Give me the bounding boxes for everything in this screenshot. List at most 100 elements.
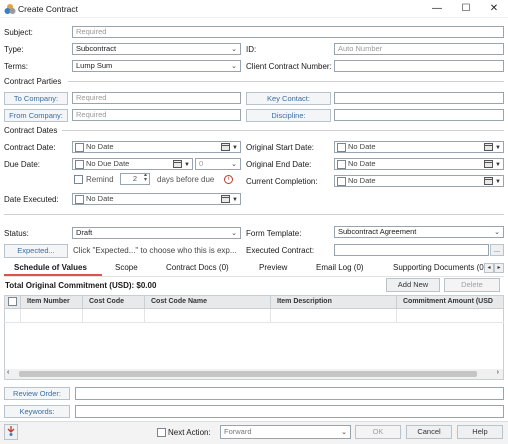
keywords-input[interactable] [75, 405, 504, 418]
date-executed-picker[interactable]: No Date ▼ [72, 193, 241, 205]
stepper-arrows-icon[interactable]: ▴ ▾ [144, 174, 147, 183]
original-start-picker[interactable]: No Date ▼ [334, 141, 504, 153]
divider [4, 276, 504, 277]
column-header-cost-code[interactable]: Cost Code [83, 296, 145, 308]
id-label: ID: [246, 45, 257, 54]
remind-checkbox[interactable] [74, 175, 83, 184]
to-company-input[interactable]: Required [72, 92, 241, 104]
close-button[interactable]: ✕ [487, 2, 501, 16]
next-action-label: Next Action: [168, 428, 211, 437]
status-select[interactable]: Draft ⌄ [72, 227, 241, 239]
from-company-input[interactable]: Required [72, 109, 241, 121]
chevron-down-icon: ▼ [232, 145, 238, 151]
subject-label: Subject: [4, 28, 33, 37]
browse-button[interactable]: ... [490, 244, 504, 256]
tab-scope[interactable]: Scope [115, 263, 138, 272]
tab-scroll-left-icon[interactable]: ◂ [484, 263, 494, 273]
type-select[interactable]: Subcontract ⌄ [72, 43, 241, 55]
table-row[interactable] [4, 309, 504, 323]
original-start-checkbox[interactable] [337, 143, 346, 152]
due-date-value: No Due Date [86, 159, 130, 168]
chevron-down-icon: ⌄ [231, 230, 237, 237]
add-new-button[interactable]: Add New [386, 278, 440, 292]
sov-grid-header: Item Number Cost Code Cost Code Name Ite… [4, 295, 504, 309]
calendar-icon[interactable] [484, 160, 493, 168]
info-icon[interactable]: i [224, 175, 233, 184]
scroll-right-icon[interactable]: › [497, 369, 499, 376]
review-order-button[interactable]: Review Order: [4, 387, 70, 400]
calendar-icon[interactable] [173, 160, 182, 168]
next-action-select[interactable]: Forward ⌄ [220, 425, 351, 439]
form-template-label: Form Template: [246, 229, 302, 238]
delete-button[interactable]: Delete [444, 278, 500, 292]
scrollbar-thumb[interactable] [19, 371, 477, 377]
discipline-input[interactable] [334, 109, 504, 121]
chevron-down-icon: ▼ [184, 162, 190, 168]
date-executed-checkbox[interactable] [75, 195, 84, 204]
tab-supporting-documents[interactable]: Supporting Documents (0 [393, 263, 484, 272]
calendar-icon[interactable] [221, 143, 230, 151]
app-logo-icon [4, 4, 16, 14]
key-contact-button[interactable]: Key Contact: [246, 92, 331, 105]
workflow-button[interactable] [4, 424, 18, 440]
executed-contract-input[interactable] [334, 244, 489, 256]
tab-scroll-right-icon[interactable]: ▸ [494, 263, 504, 273]
executed-contract-label: Executed Contract: [246, 246, 315, 255]
terms-value: Lump Sum [76, 61, 113, 70]
column-header-cost-code-name[interactable]: Cost Code Name [145, 296, 271, 308]
remind-days-stepper[interactable]: 2 ▴ ▾ [120, 173, 150, 185]
maximize-button[interactable]: ☐ [459, 2, 473, 16]
select-all-cell [5, 296, 21, 308]
original-end-checkbox[interactable] [337, 160, 346, 169]
contract-date-checkbox[interactable] [75, 143, 84, 152]
ok-button[interactable]: OK [355, 425, 401, 439]
tab-email-log[interactable]: Email Log (0) [316, 263, 364, 272]
due-offset-select[interactable]: 0 ⌄ [195, 158, 241, 170]
key-contact-input[interactable] [334, 92, 504, 104]
chevron-down-icon: ⌄ [231, 63, 237, 70]
from-company-button[interactable]: From Company: [4, 109, 68, 122]
expected-button[interactable]: Expected... [4, 244, 68, 258]
terms-select[interactable]: Lump Sum ⌄ [72, 60, 241, 72]
keywords-button[interactable]: Keywords: [4, 405, 70, 418]
next-action-value: Forward [224, 427, 252, 436]
next-action-checkbox[interactable] [157, 428, 166, 437]
column-header-item-number[interactable]: Item Number [21, 296, 83, 308]
workflow-icon [7, 426, 15, 436]
horizontal-scrollbar[interactable]: ‹ › [5, 369, 503, 379]
scroll-left-icon[interactable]: ‹ [7, 369, 9, 376]
review-order-input[interactable] [75, 387, 504, 400]
contract-date-picker[interactable]: No Date ▼ [72, 141, 241, 153]
column-divider [396, 309, 397, 323]
calendar-icon[interactable] [221, 195, 230, 203]
client-contract-number-input[interactable] [334, 60, 504, 72]
divider [62, 130, 504, 131]
minimize-button[interactable]: — [430, 2, 444, 16]
column-header-commitment-amount[interactable]: Commitment Amount (USD [397, 296, 503, 308]
current-completion-picker[interactable]: No Date ▼ [334, 175, 504, 187]
calendar-icon[interactable] [484, 177, 493, 185]
select-all-checkbox[interactable] [8, 297, 17, 306]
original-end-picker[interactable]: No Date ▼ [334, 158, 504, 170]
help-button[interactable]: Help [457, 425, 503, 439]
to-company-button[interactable]: To Company: [4, 92, 68, 105]
due-date-checkbox[interactable] [75, 160, 84, 169]
tab-schedule-of-values[interactable]: Schedule of Values [14, 263, 87, 272]
current-completion-label: Current Completion: [246, 177, 318, 186]
due-date-picker[interactable]: No Due Date ▼ [72, 158, 193, 170]
tab-contract-docs[interactable]: Contract Docs (0) [166, 263, 229, 272]
expected-hint: Click "Expected..." to choose who this i… [73, 246, 237, 255]
calendar-icon[interactable] [484, 143, 493, 151]
column-header-item-description[interactable]: Item Description [271, 296, 397, 308]
discipline-button[interactable]: Discipline: [246, 109, 331, 122]
id-input[interactable]: Auto Number [334, 43, 504, 55]
remind-suffix-label: days before due [157, 175, 215, 184]
contract-dates-heading: Contract Dates [4, 126, 58, 135]
cancel-button[interactable]: Cancel [406, 425, 452, 439]
current-completion-checkbox[interactable] [337, 177, 346, 186]
divider [68, 81, 504, 82]
subject-input[interactable]: Required [72, 26, 504, 38]
column-divider [20, 309, 21, 323]
form-template-select[interactable]: Subcontract Agreement ⌄ [334, 226, 504, 238]
tab-preview[interactable]: Preview [259, 263, 287, 272]
